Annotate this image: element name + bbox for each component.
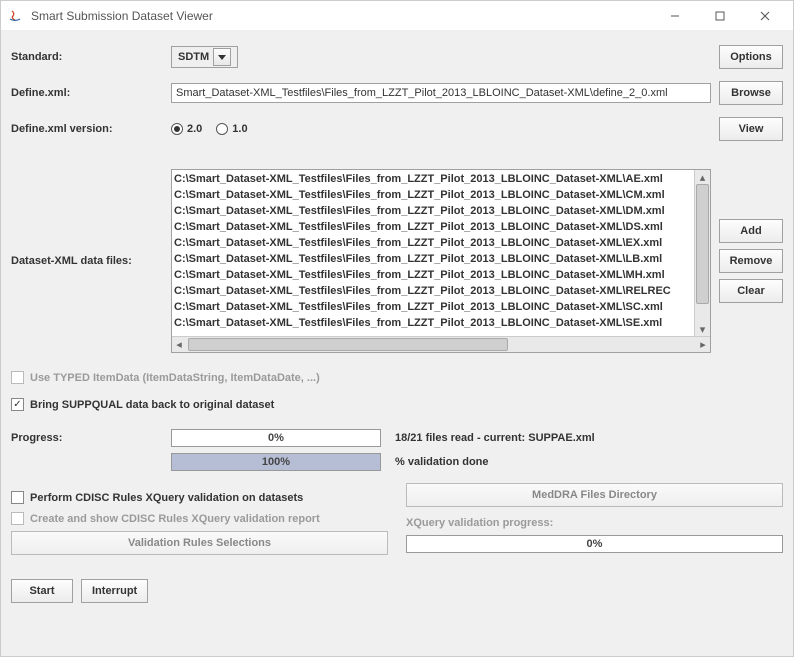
use-typed-checkbox bbox=[11, 371, 24, 384]
validation-progress-bar: 100% bbox=[171, 453, 381, 471]
standard-dropdown[interactable]: SDTM bbox=[171, 46, 238, 68]
bring-suppqual-label: Bring SUPPQUAL data back to original dat… bbox=[30, 399, 274, 411]
version-1-0-label: 1.0 bbox=[232, 123, 247, 135]
scrollbar-thumb[interactable] bbox=[696, 184, 709, 304]
scroll-up-arrow-icon[interactable]: ▴ bbox=[695, 170, 710, 184]
create-report-checkbox-row: Create and show CDISC Rules XQuery valid… bbox=[11, 512, 388, 525]
list-item[interactable]: C:\Smart_Dataset-XML_Testfiles\Files_fro… bbox=[174, 187, 692, 203]
remove-button[interactable]: Remove bbox=[719, 249, 783, 273]
version-2-0-radio[interactable] bbox=[171, 123, 183, 135]
validation-progress-status: % validation done bbox=[395, 456, 489, 468]
create-report-label: Create and show CDISC Rules XQuery valid… bbox=[30, 513, 320, 525]
bring-suppqual-checkbox-row[interactable]: ✓ Bring SUPPQUAL data back to original d… bbox=[11, 398, 783, 411]
xquery-progress-label: XQuery validation progress: bbox=[406, 517, 783, 529]
list-item[interactable]: C:\Smart_Dataset-XML_Testfiles\Files_fro… bbox=[174, 267, 692, 283]
list-item[interactable]: C:\Smart_Dataset-XML_Testfiles\Files_fro… bbox=[174, 251, 692, 267]
create-report-checkbox bbox=[11, 512, 24, 525]
interrupt-button[interactable]: Interrupt bbox=[81, 579, 148, 603]
close-button[interactable] bbox=[742, 2, 787, 30]
vertical-scrollbar[interactable]: ▴ ▾ bbox=[694, 170, 710, 336]
validation-rules-selections-button: Validation Rules Selections bbox=[11, 531, 388, 555]
titlebar: Smart Submission Dataset Viewer bbox=[1, 1, 793, 31]
read-progress-bar: 0% bbox=[171, 429, 381, 447]
scroll-left-arrow-icon[interactable]: ◂ bbox=[172, 338, 186, 352]
scroll-down-arrow-icon[interactable]: ▾ bbox=[695, 322, 710, 336]
view-button[interactable]: View bbox=[719, 117, 783, 141]
clear-button[interactable]: Clear bbox=[719, 279, 783, 303]
start-button[interactable]: Start bbox=[11, 579, 73, 603]
version-2-0-label: 2.0 bbox=[187, 123, 202, 135]
standard-label: Standard: bbox=[11, 51, 171, 63]
xquery-progress-bar: 0% bbox=[406, 535, 783, 553]
maximize-button[interactable] bbox=[697, 2, 742, 30]
chevron-down-icon bbox=[213, 48, 231, 66]
perform-cdisc-label: Perform CDISC Rules XQuery validation on… bbox=[30, 492, 303, 504]
datafiles-listbox[interactable]: C:\Smart_Dataset-XML_Testfiles\Files_fro… bbox=[171, 169, 711, 353]
add-button[interactable]: Add bbox=[719, 219, 783, 243]
list-item[interactable]: C:\Smart_Dataset-XML_Testfiles\Files_fro… bbox=[174, 283, 692, 299]
java-app-icon bbox=[7, 8, 23, 24]
use-typed-checkbox-row: Use TYPED ItemData (ItemDataString, Item… bbox=[11, 371, 783, 384]
list-item[interactable]: C:\Smart_Dataset-XML_Testfiles\Files_fro… bbox=[174, 171, 692, 187]
hscrollbar-thumb[interactable] bbox=[188, 338, 508, 351]
datafiles-label: Dataset-XML data files: bbox=[11, 255, 171, 267]
meddra-files-directory-button: MedDRA Files Directory bbox=[406, 483, 783, 507]
list-item[interactable]: C:\Smart_Dataset-XML_Testfiles\Files_fro… bbox=[174, 219, 692, 235]
browse-button[interactable]: Browse bbox=[719, 81, 783, 105]
progress-label: Progress: bbox=[11, 432, 171, 444]
minimize-button[interactable] bbox=[652, 2, 697, 30]
list-item[interactable]: C:\Smart_Dataset-XML_Testfiles\Files_fro… bbox=[174, 203, 692, 219]
version-1-0-radio[interactable] bbox=[216, 123, 228, 135]
definexml-version-label: Define.xml version: bbox=[11, 123, 171, 135]
scroll-right-arrow-icon[interactable]: ▸ bbox=[696, 338, 710, 352]
perform-cdisc-checkbox[interactable] bbox=[11, 491, 24, 504]
definexml-path-input[interactable] bbox=[171, 83, 711, 103]
definexml-label: Define.xml: bbox=[11, 87, 171, 99]
horizontal-scrollbar[interactable]: ◂ ▸ bbox=[172, 336, 710, 352]
bring-suppqual-checkbox[interactable]: ✓ bbox=[11, 398, 24, 411]
options-button[interactable]: Options bbox=[719, 45, 783, 69]
validation-progress-text: 100% bbox=[172, 454, 380, 470]
read-progress-text: 0% bbox=[172, 430, 380, 446]
list-item[interactable]: C:\Smart_Dataset-XML_Testfiles\Files_fro… bbox=[174, 315, 692, 331]
list-item[interactable]: C:\Smart_Dataset-XML_Testfiles\Files_fro… bbox=[174, 299, 692, 315]
use-typed-label: Use TYPED ItemData (ItemDataString, Item… bbox=[30, 372, 320, 384]
perform-cdisc-checkbox-row[interactable]: Perform CDISC Rules XQuery validation on… bbox=[11, 491, 388, 504]
list-item[interactable]: C:\Smart_Dataset-XML_Testfiles\Files_fro… bbox=[174, 235, 692, 251]
window-title: Smart Submission Dataset Viewer bbox=[31, 9, 652, 23]
xquery-progress-text: 0% bbox=[407, 536, 782, 552]
standard-value: SDTM bbox=[178, 51, 209, 63]
read-progress-status: 18/21 files read - current: SUPPAE.xml bbox=[395, 432, 595, 444]
